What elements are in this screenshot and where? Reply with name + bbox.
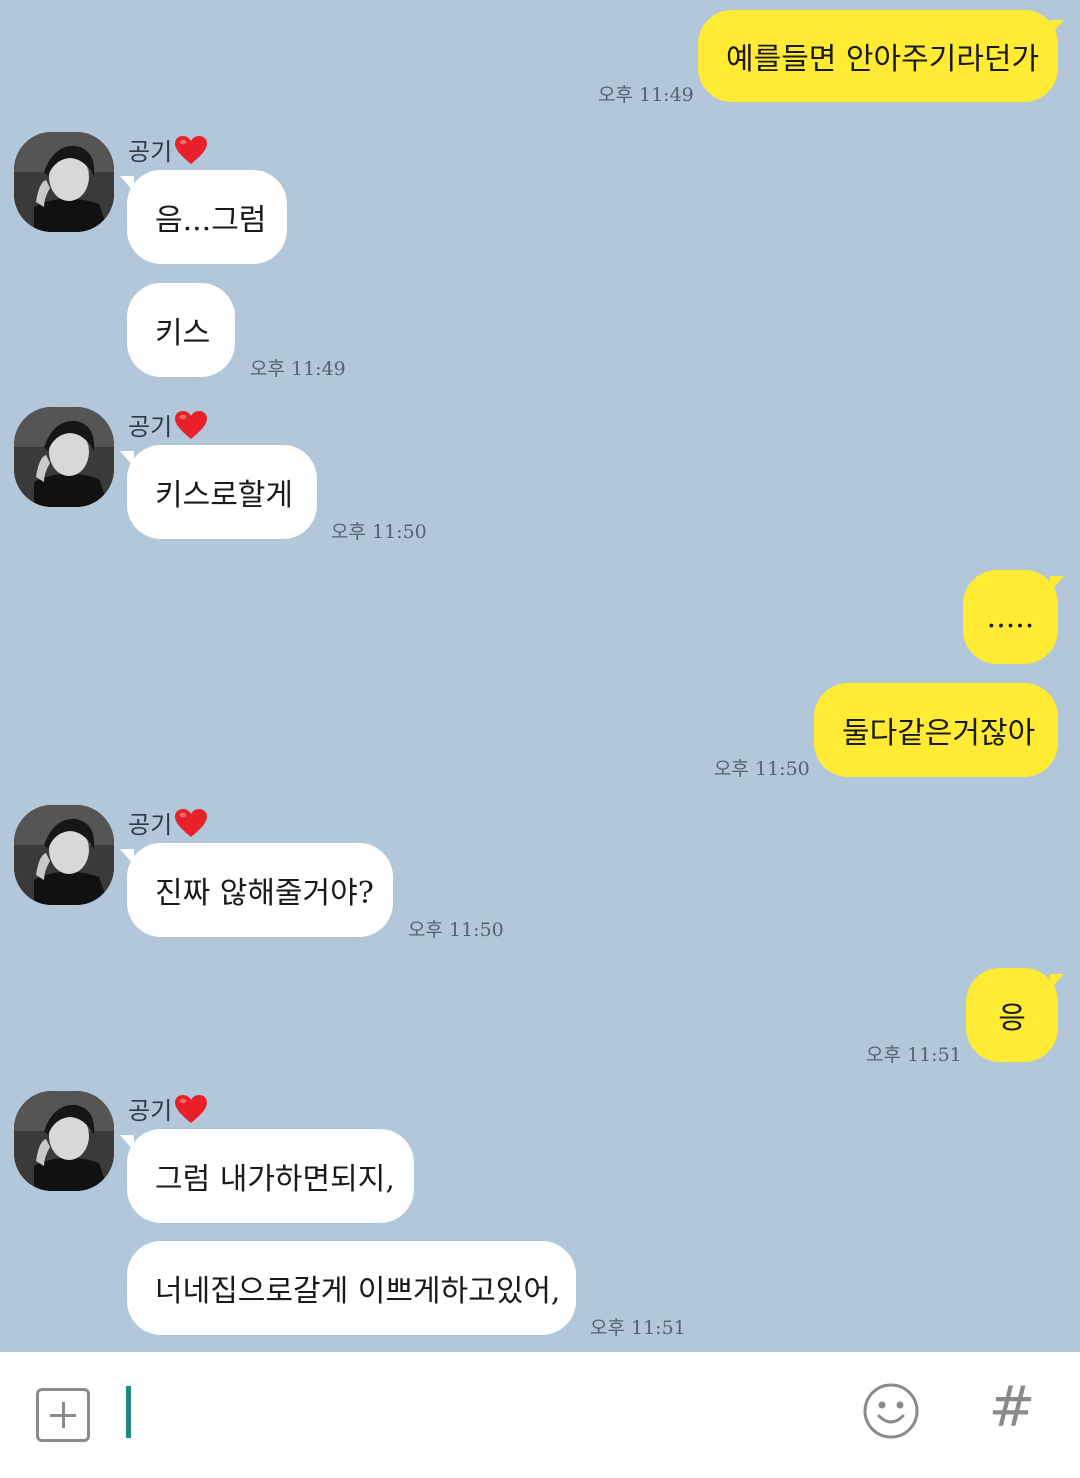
heart-icon — [174, 808, 208, 838]
their-message-bubble[interactable]: 진짜 않해줄거야? — [127, 843, 393, 937]
avatar[interactable] — [14, 1091, 114, 1191]
my-message-bubble[interactable]: ..... — [963, 570, 1058, 664]
message-text: 너네집으로갈게 이쁘게하고있어, — [155, 1274, 561, 1309]
hash-icon[interactable]: # — [980, 1376, 1044, 1440]
message-text: 음...그럼 — [155, 203, 267, 238]
their-message-bubble[interactable]: 키스 — [127, 283, 235, 377]
avatar[interactable] — [14, 407, 114, 507]
sender-name-text: 공기 — [128, 138, 173, 166]
message-time: 오후 11:50 — [714, 758, 810, 780]
my-message-bubble[interactable]: 예를들면 안아주기라던가 — [698, 10, 1058, 102]
bubble-tail — [1050, 576, 1064, 592]
heart-icon — [174, 135, 208, 165]
sender-name: 공기 — [128, 407, 208, 442]
message-text: 둘다같은거잖아 — [842, 716, 1036, 751]
message-text: 응 — [998, 1001, 1026, 1036]
message-text: 예를들면 안아주기라던가 — [726, 42, 1040, 77]
heart-icon — [174, 410, 208, 440]
message-time: 오후 11:49 — [250, 358, 346, 380]
sender-name: 공기 — [128, 132, 208, 167]
message-input[interactable] — [140, 1382, 824, 1444]
message-text: 키스 — [155, 316, 211, 351]
message-text: ..... — [986, 599, 1035, 635]
their-message-bubble[interactable]: 그럼 내가하면되지, — [127, 1129, 414, 1223]
smiley-icon[interactable] — [862, 1382, 920, 1440]
attach-button[interactable] — [36, 1388, 90, 1442]
message-time: 오후 11:50 — [331, 521, 427, 543]
avatar[interactable] — [14, 132, 114, 232]
avatar[interactable] — [14, 805, 114, 905]
sender-name: 공기 — [128, 805, 208, 840]
bubble-tail — [1050, 20, 1064, 36]
message-time: 오후 11:50 — [408, 919, 504, 941]
message-time: 오후 11:51 — [866, 1044, 962, 1066]
my-message-bubble[interactable]: 둘다같은거잖아 — [814, 683, 1058, 777]
their-message-bubble[interactable]: 음...그럼 — [127, 170, 287, 264]
input-bar: # — [0, 1352, 1080, 1478]
sender-name-text: 공기 — [128, 413, 173, 441]
chat-area[interactable]: 예를들면 안아주기라던가 오후 11:49 공기 음...그럼 키스 오후 11… — [0, 0, 1080, 1352]
message-text: 그럼 내가하면되지, — [155, 1162, 395, 1197]
sender-name-text: 공기 — [128, 1097, 173, 1125]
bubble-tail — [1050, 974, 1064, 990]
message-time: 오후 11:49 — [598, 84, 694, 106]
text-cursor — [126, 1386, 131, 1438]
message-text: 진짜 않해줄거야? — [155, 876, 374, 911]
message-text: 키스로할게 — [155, 478, 293, 513]
their-message-bubble[interactable]: 키스로할게 — [127, 445, 317, 539]
their-message-bubble[interactable]: 너네집으로갈게 이쁘게하고있어, — [127, 1241, 576, 1335]
sender-name: 공기 — [128, 1091, 208, 1126]
my-message-bubble[interactable]: 응 — [966, 968, 1058, 1062]
heart-icon — [174, 1094, 208, 1124]
message-time: 오후 11:51 — [590, 1317, 686, 1339]
sender-name-text: 공기 — [128, 811, 173, 839]
